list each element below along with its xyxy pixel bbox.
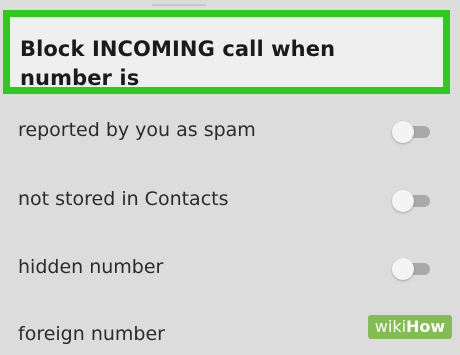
option-row-reported-spam[interactable]: reported by you as spam: [18, 111, 440, 151]
option-label: not stored in Contacts: [18, 188, 229, 210]
option-row-not-stored-contacts[interactable]: not stored in Contacts: [18, 180, 440, 220]
toggle-thumb: [392, 258, 414, 280]
toggle-thumb: [392, 190, 414, 212]
watermark-how-text: How: [406, 317, 446, 336]
option-label: reported by you as spam: [18, 119, 256, 141]
option-label: hidden number: [18, 256, 164, 278]
cropped-text-fragment: [152, 0, 206, 6]
option-label: foreign number: [18, 323, 165, 345]
option-row-hidden-number[interactable]: hidden number: [18, 248, 440, 288]
toggle-switch[interactable]: [392, 190, 430, 212]
previous-section-edge: [0, 0, 460, 8]
wikihow-watermark: wikiHow: [368, 315, 452, 339]
toggle-switch[interactable]: [392, 121, 430, 143]
section-title: Block INCOMING call when number is: [20, 37, 336, 90]
watermark-wiki-text: wiki: [374, 317, 407, 336]
block-incoming-section-header: Block INCOMING call when number is: [3, 10, 450, 94]
toggle-thumb: [392, 121, 414, 143]
toggle-switch[interactable]: [392, 258, 430, 280]
